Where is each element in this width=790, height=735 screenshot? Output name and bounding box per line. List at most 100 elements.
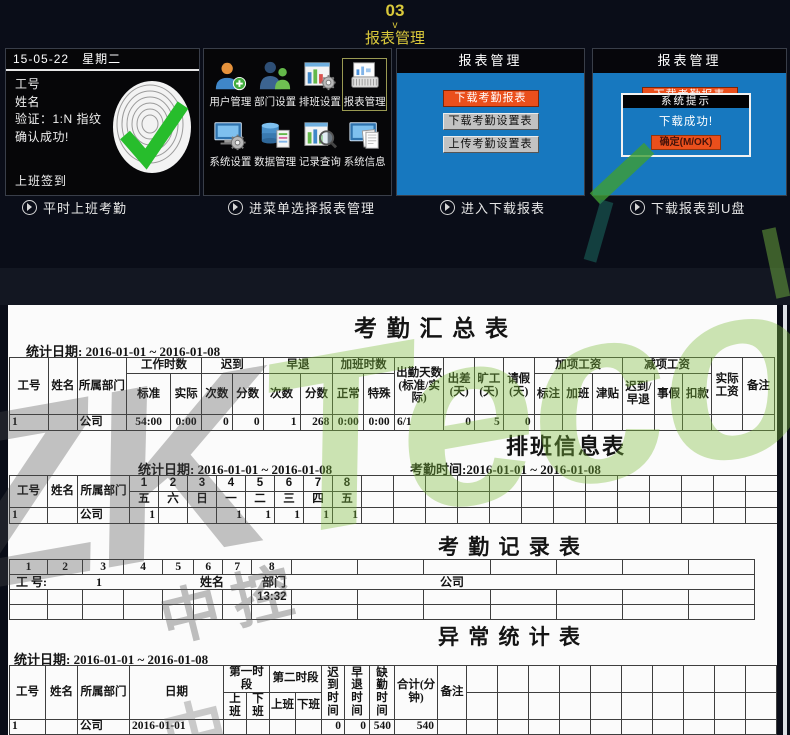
table-cell xyxy=(650,492,682,508)
caption-text: 进入下载报表 xyxy=(461,198,545,217)
table-cell: 次数 xyxy=(263,374,300,415)
table-cell: 实际 xyxy=(171,374,202,415)
device-screen-download-done: 报表管理 下载考勤报表 系统提示 下载成功! 确定(M/OK) xyxy=(592,48,787,196)
menu-item-label: 系统信息 xyxy=(342,154,387,169)
table-cell xyxy=(159,508,188,524)
attendance-summary-table: 工号 姓名 所属部门 工作时数 迟到 早退 加班时数 出勤天数(标准/实际) 出… xyxy=(9,357,775,431)
table-cell xyxy=(714,476,746,492)
table-cell: 二 xyxy=(246,492,275,508)
table-cell: 日 xyxy=(188,492,217,508)
table-cell xyxy=(653,719,684,734)
table-cell xyxy=(223,605,252,620)
menu-item-data-manage[interactable]: 数据管理 xyxy=(253,118,298,171)
table-cell xyxy=(292,560,358,575)
screen-title: 报表管理 xyxy=(397,49,584,74)
table-cell xyxy=(556,560,622,575)
menu-item-shift-settings[interactable]: 排班设置 xyxy=(298,58,343,111)
table-cell xyxy=(292,590,358,605)
table-cell: 7 xyxy=(223,560,252,575)
table-cell: 合计(分钟) xyxy=(395,666,438,720)
record-query-icon xyxy=(298,120,343,152)
table-cell xyxy=(467,666,498,693)
table-cell: 备注 xyxy=(743,358,775,415)
table-cell: 0 xyxy=(345,719,370,734)
table-cell xyxy=(554,476,586,492)
table-cell: 5 xyxy=(163,560,194,575)
table-cell xyxy=(622,605,688,620)
table-cell: 分数 xyxy=(232,374,263,415)
table-cell xyxy=(650,476,682,492)
table-cell xyxy=(124,590,163,605)
table-cell: 迟到时间 xyxy=(322,666,345,720)
step-header: 03 v 报表管理 xyxy=(0,1,790,47)
employee-name-label: 姓名 xyxy=(15,94,102,112)
table-cell xyxy=(223,590,252,605)
user-manage-icon xyxy=(208,60,253,92)
name-label: 姓名 xyxy=(200,576,224,589)
verify-result-text: 确认成功! xyxy=(15,129,102,147)
table-cell xyxy=(715,692,746,719)
report-menu-body: 下载考勤报表 下载考勤设置表 上传考勤设置表 xyxy=(397,73,584,195)
table-cell xyxy=(394,508,426,524)
table-cell: 0 xyxy=(444,415,475,431)
table-cell: 上班 xyxy=(270,692,296,719)
table-cell xyxy=(622,560,688,575)
table-cell xyxy=(591,719,622,734)
table-cell xyxy=(498,719,529,734)
table-cell xyxy=(746,476,778,492)
menu-item-report-manage[interactable]: 报表管理 xyxy=(342,58,387,111)
upload-settings-button[interactable]: 上传考勤设置表 xyxy=(443,136,539,153)
table-cell: 缺勤时间 xyxy=(370,666,395,720)
table-cell: 0:00 xyxy=(171,415,202,431)
table-cell xyxy=(556,590,622,605)
table-cell: 工号 xyxy=(10,358,49,415)
table-cell xyxy=(591,692,622,719)
watermark-check-stroke-tail xyxy=(584,199,614,262)
play-circle-icon xyxy=(630,200,645,215)
table-cell: 工号 xyxy=(10,666,46,720)
table-cell xyxy=(586,492,618,508)
table-cell xyxy=(49,415,78,431)
table-cell: 1 xyxy=(304,508,333,524)
table-cell xyxy=(490,560,556,575)
table-cell: 0 xyxy=(322,719,345,734)
menu-item-user-manage[interactable]: 用户管理 xyxy=(208,58,253,111)
step-title: 报表管理 xyxy=(0,30,790,47)
download-settings-button[interactable]: 下载考勤设置表 xyxy=(443,113,539,130)
table-cell xyxy=(618,476,650,492)
table-cell xyxy=(358,605,424,620)
table-cell xyxy=(296,719,322,734)
table-cell: 3 xyxy=(83,560,124,575)
table-cell: 出勤天数(标准/实际) xyxy=(394,358,443,415)
table-cell: 6/1 xyxy=(394,415,443,431)
menu-item-dept-settings[interactable]: 部门设置 xyxy=(253,58,298,111)
down-arrow-icon: v xyxy=(0,21,790,30)
table-cell xyxy=(490,605,556,620)
table-cell xyxy=(498,666,529,693)
punch-time: 13:32 xyxy=(252,590,292,605)
table-cell xyxy=(194,590,223,605)
employee-id-value: 1 xyxy=(96,576,102,589)
abnormal-statistics-table: 工号 姓名 所属部门 日期 第一时段 第二时段 迟到时间 早退时间 缺勤时间 合… xyxy=(9,665,777,735)
table-cell: 姓名 xyxy=(46,666,78,720)
download-report-button[interactable]: 下载考勤报表 xyxy=(443,90,539,107)
table-cell xyxy=(712,415,743,431)
menu-item-record-query[interactable]: 记录查询 xyxy=(298,118,343,171)
table-cell xyxy=(684,666,715,693)
dialog-ok-button[interactable]: 确定(M/OK) xyxy=(651,135,721,150)
verify-mode-text: 验证：1:N 指纹 xyxy=(15,111,102,129)
employee-id-label: 工号 xyxy=(15,76,102,94)
menu-item-system-info[interactable]: 系统信息 xyxy=(342,118,387,171)
table-cell xyxy=(458,492,490,508)
table-cell: 事假 xyxy=(654,374,683,415)
table-cell: 日期 xyxy=(130,666,224,720)
table-cell: 1 xyxy=(246,508,275,524)
menu-item-label: 部门设置 xyxy=(253,94,298,109)
menu-item-system-settings[interactable]: 系统设置 xyxy=(208,118,253,171)
table-cell xyxy=(556,605,622,620)
table-cell: 1 xyxy=(263,415,300,431)
device-screen-menu: 用户管理 部门设置 排班设置 报表管理 系统设置 数据管理 xyxy=(203,48,392,196)
table-cell: 7 xyxy=(304,476,333,492)
table-cell xyxy=(188,508,217,524)
table-cell: 4 xyxy=(124,560,163,575)
